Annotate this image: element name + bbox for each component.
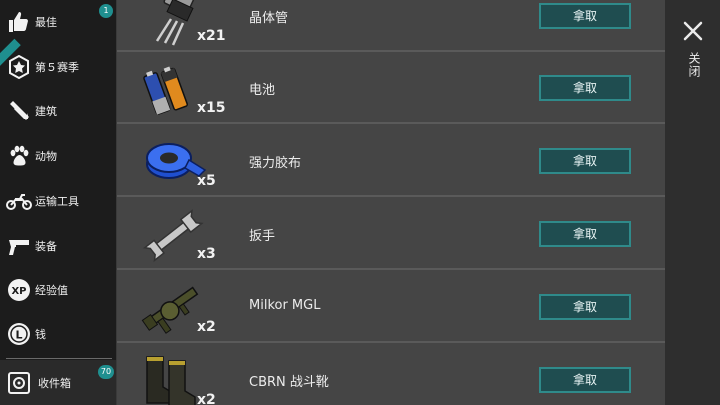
sidebar-item-label: 经验值 bbox=[35, 284, 68, 297]
item-name: 强力胶布 bbox=[249, 156, 302, 171]
close-panel[interactable]: 关闭 bbox=[665, 0, 720, 405]
motorcycle-icon bbox=[6, 188, 32, 214]
list-item: x2 Milkor MGL 拿取 bbox=[117, 272, 665, 343]
item-quantity: x2 bbox=[197, 319, 216, 335]
item-name: 扳手 bbox=[249, 229, 276, 244]
sidebar-item-label: 收件箱 bbox=[38, 377, 71, 390]
list-item: x15 电池 拿取 bbox=[117, 53, 665, 124]
sidebar-item-label: 最佳 bbox=[35, 16, 57, 29]
item-name: 电池 bbox=[249, 83, 276, 98]
sidebar-item-label: 钱 bbox=[35, 328, 46, 341]
item-name: 晶体管 bbox=[249, 11, 289, 26]
take-button[interactable]: 拿取 bbox=[539, 294, 631, 320]
take-button[interactable]: 拿取 bbox=[539, 148, 631, 174]
list-item: x5 强力胶布 拿取 bbox=[117, 126, 665, 197]
sidebar-item-animals[interactable]: 动物 bbox=[0, 134, 116, 178]
paw-icon bbox=[6, 143, 32, 169]
item-quantity: x5 bbox=[197, 173, 216, 189]
sidebar-item-xp[interactable]: XP 经验值 bbox=[0, 268, 116, 312]
list-item: x3 扳手 拿取 bbox=[117, 199, 665, 270]
sidebar-item-label: 装备 bbox=[35, 240, 57, 253]
item-name: Milkor MGL bbox=[249, 298, 321, 313]
sidebar-item-equipment[interactable]: 装备 bbox=[0, 224, 116, 268]
sidebar-item-season[interactable]: 第５赛季 bbox=[0, 38, 116, 89]
sidebar-item-transport[interactable]: 运输工具 bbox=[0, 179, 116, 223]
close-label[interactable]: 关闭 bbox=[681, 52, 703, 78]
sidebar-item-label: 第５赛季 bbox=[35, 61, 79, 74]
build-tools-icon bbox=[6, 98, 32, 124]
notification-badge: 1 bbox=[99, 4, 113, 18]
take-button[interactable]: 拿取 bbox=[539, 75, 631, 101]
take-button[interactable]: 拿取 bbox=[539, 221, 631, 247]
sidebar-item-label: 动物 bbox=[35, 150, 57, 163]
close-icon[interactable] bbox=[682, 20, 704, 42]
category-sidebar: 最佳 1 第５赛季 建筑 动物 运输工具 装备 XP 经验值 L 钱 收件箱 7… bbox=[0, 0, 117, 405]
inbox-count-badge: 70 bbox=[98, 365, 114, 379]
coin-icon: L bbox=[6, 321, 32, 347]
list-item: x2 CBRN 战斗靴 拿取 bbox=[117, 345, 665, 405]
thumbs-up-icon bbox=[6, 9, 32, 35]
sidebar-item-label: 运输工具 bbox=[35, 195, 79, 208]
item-quantity: x3 bbox=[197, 246, 216, 262]
sidebar-item-building[interactable]: 建筑 bbox=[0, 89, 116, 133]
sidebar-item-inbox[interactable]: 收件箱 70 bbox=[0, 361, 116, 405]
reward-item-list[interactable]: x21 晶体管 拿取 x15 电池 拿取 x5 强力胶布 拿取 x3 扳手 拿取… bbox=[117, 0, 665, 405]
item-quantity: x21 bbox=[197, 28, 226, 44]
take-button[interactable]: 拿取 bbox=[539, 367, 631, 393]
take-button[interactable]: 拿取 bbox=[539, 3, 631, 29]
list-item: x21 晶体管 拿取 bbox=[117, 0, 665, 52]
sidebar-item-best[interactable]: 最佳 1 bbox=[0, 0, 116, 44]
sidebar-item-label: 建筑 bbox=[35, 105, 57, 118]
item-name: CBRN 战斗靴 bbox=[249, 375, 329, 390]
xp-icon: XP bbox=[6, 277, 32, 303]
inbox-safe-icon bbox=[6, 370, 32, 396]
item-quantity: x15 bbox=[197, 100, 226, 116]
item-quantity: x2 bbox=[197, 392, 216, 405]
sidebar-divider bbox=[6, 358, 112, 359]
coin-icon-text: L bbox=[15, 329, 22, 342]
pistol-icon bbox=[6, 233, 32, 259]
xp-icon-text: XP bbox=[11, 286, 26, 297]
sidebar-item-money[interactable]: L 钱 bbox=[0, 312, 116, 356]
season-badge-icon bbox=[6, 54, 32, 80]
